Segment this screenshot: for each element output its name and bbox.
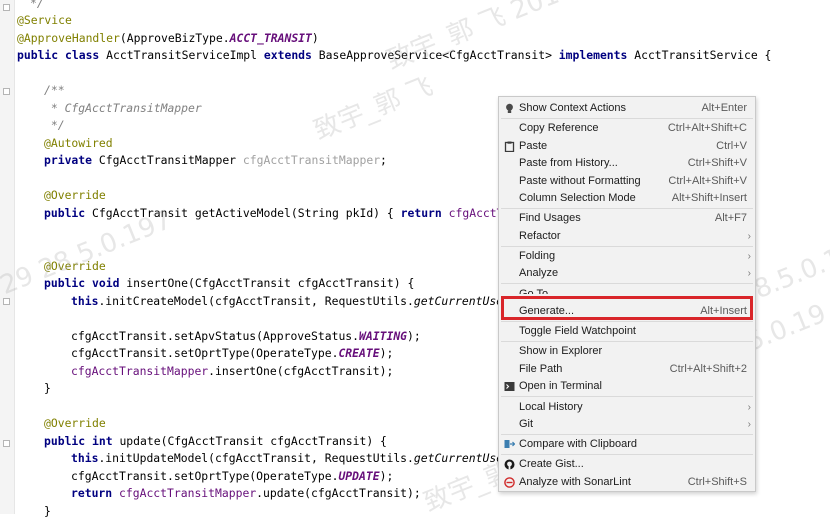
code-line: @Override bbox=[44, 416, 106, 430]
code-line: public void insertOne(CfgAcctTransit cfg… bbox=[44, 276, 415, 290]
menu-item-folding[interactable]: Folding › bbox=[499, 248, 755, 265]
fold-marker-icon[interactable] bbox=[3, 88, 10, 95]
menu-separator bbox=[501, 208, 753, 209]
terminal-icon bbox=[504, 381, 515, 392]
fold-marker-icon[interactable] bbox=[3, 4, 10, 11]
code-line: cfgAcctTransit.setApvStatus(ApproveStatu… bbox=[71, 329, 421, 343]
menu-separator bbox=[501, 341, 753, 342]
menu-item-find-usages[interactable]: Find Usages Alt+F7 bbox=[499, 210, 755, 227]
menu-separator bbox=[501, 321, 753, 322]
fold-marker-icon[interactable] bbox=[3, 440, 10, 447]
chevron-right-icon: › bbox=[747, 251, 751, 262]
code-line: */ bbox=[30, 0, 44, 10]
menu-separator bbox=[501, 454, 753, 455]
menu-item-copy-reference[interactable]: Copy Reference Ctrl+Alt+Shift+C bbox=[499, 120, 755, 137]
context-menu: Show Context Actions Alt+Enter Copy Refe… bbox=[498, 96, 756, 492]
menu-item-open-in-terminal[interactable]: Open in Terminal bbox=[499, 378, 755, 395]
menu-item-analyze-with-sonarlint[interactable]: Analyze with SonarLint Ctrl+Shift+S bbox=[499, 474, 755, 491]
code-line: cfgAcctTransit.setOprtType(OperateType.C… bbox=[71, 346, 394, 360]
code-line: cfgAcctTransitMapper.insertOne(cfgAcctTr… bbox=[71, 364, 394, 378]
code-line: */ bbox=[44, 118, 65, 132]
code-line: /** bbox=[44, 83, 65, 97]
menu-item-toggle-field-watchpoint[interactable]: Toggle Field Watchpoint bbox=[499, 323, 755, 340]
menu-item-analyze[interactable]: Analyze › bbox=[499, 265, 755, 282]
menu-item-git[interactable]: Git › bbox=[499, 416, 755, 433]
github-icon bbox=[504, 459, 515, 470]
lightbulb-icon bbox=[504, 103, 515, 114]
code-line: } bbox=[44, 504, 51, 518]
code-line: @Autowired bbox=[44, 136, 113, 150]
editor-gutter bbox=[0, 0, 15, 514]
chevron-right-icon: › bbox=[747, 268, 751, 279]
menu-item-paste[interactable]: Paste Ctrl+V bbox=[499, 138, 755, 155]
code-line: * CfgAcctTransitMapper bbox=[44, 101, 202, 115]
code-line: private CfgAcctTransitMapper cfgAcctTran… bbox=[44, 153, 387, 167]
menu-item-paste-from-history[interactable]: Paste from History... Ctrl+Shift+V bbox=[499, 155, 755, 172]
code-line: public int update(CfgAcctTransit cfgAcct… bbox=[44, 434, 387, 448]
sonarlint-icon bbox=[504, 477, 515, 488]
menu-separator bbox=[501, 246, 753, 247]
menu-item-show-context-actions[interactable]: Show Context Actions Alt+Enter bbox=[499, 100, 755, 117]
fold-marker-icon[interactable] bbox=[3, 298, 10, 305]
menu-item-compare-with-clipboard[interactable]: Compare with Clipboard bbox=[499, 436, 755, 453]
code-line: return cfgAcctTransitMapper.update(cfgAc… bbox=[71, 486, 421, 500]
menu-separator bbox=[501, 396, 753, 397]
code-line: @ApproveHandler(ApproveBizType.ACCT_TRAN… bbox=[17, 31, 319, 45]
highlight-box bbox=[501, 296, 753, 320]
chevron-right-icon: › bbox=[747, 419, 751, 430]
clipboard-icon bbox=[504, 141, 515, 153]
menu-item-local-history[interactable]: Local History › bbox=[499, 399, 755, 416]
menu-separator bbox=[501, 118, 753, 119]
code-line: @Override bbox=[44, 259, 106, 273]
menu-item-paste-without-formatting[interactable]: Paste without Formatting Ctrl+Alt+Shift+… bbox=[499, 173, 755, 190]
code-line: this.initUpdateModel(cfgAcctTransit, Req… bbox=[71, 451, 510, 465]
chevron-right-icon: › bbox=[747, 231, 751, 242]
code-line: this.initCreateModel(cfgAcctTransit, Req… bbox=[71, 294, 510, 308]
menu-item-create-gist[interactable]: Create Gist... bbox=[499, 456, 755, 473]
menu-separator bbox=[501, 283, 753, 284]
code-line: public CfgAcctTransit getActiveModel(Str… bbox=[44, 206, 511, 220]
compare-icon bbox=[504, 439, 516, 450]
menu-separator bbox=[501, 434, 753, 435]
code-line: @Service bbox=[17, 13, 72, 27]
code-line: } bbox=[44, 381, 51, 395]
menu-item-show-in-explorer[interactable]: Show in Explorer bbox=[499, 343, 755, 360]
code-line: @Override bbox=[44, 188, 106, 202]
menu-item-column-selection-mode[interactable]: Column Selection Mode Alt+Shift+Insert bbox=[499, 190, 755, 207]
chevron-right-icon: › bbox=[747, 402, 751, 413]
code-line: cfgAcctTransit.setOprtType(OperateType.U… bbox=[71, 469, 394, 483]
menu-item-refactor[interactable]: Refactor › bbox=[499, 228, 755, 245]
menu-item-file-path[interactable]: File Path Ctrl+Alt+Shift+2 bbox=[499, 361, 755, 378]
menu-item-go-to[interactable]: Go To bbox=[499, 286, 755, 294]
code-line: public class AcctTransitServiceImpl exte… bbox=[17, 48, 772, 62]
